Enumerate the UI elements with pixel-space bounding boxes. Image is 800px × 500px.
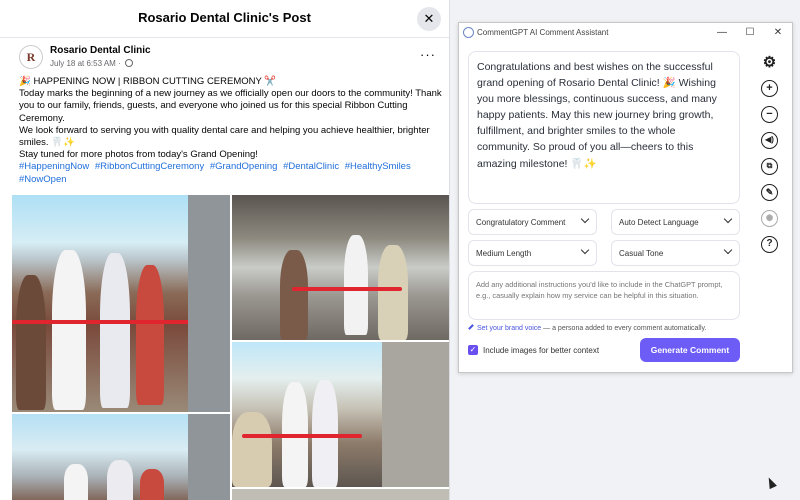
hashtag-link[interactable]: #NowOpen — [19, 174, 67, 185]
photo-ribbon — [12, 320, 192, 324]
more-options-button[interactable]: ··· — [420, 47, 436, 62]
language-select[interactable]: Auto Detect Language — [611, 209, 740, 235]
post-body: 🎉 HAPPENING NOW | RIBBON CUTTING CEREMON… — [19, 76, 444, 186]
pen-icon — [468, 324, 474, 330]
mouse-cursor-icon — [765, 475, 777, 490]
post-line: Today marks the beginning of a new journ… — [19, 88, 442, 124]
photo-person — [378, 245, 408, 340]
globe-icon — [124, 59, 133, 67]
window-title: CommentGPT AI Comment Assistant — [477, 28, 609, 37]
chevron-down-icon — [723, 245, 733, 255]
post-line: Stay tuned for more photos from today's … — [19, 149, 258, 161]
hashtag-link[interactable]: #GrandOpening — [210, 161, 278, 172]
pencil-icon[interactable]: ✎ — [761, 184, 778, 201]
comment-type-value: Congratulatory Comment — [476, 218, 566, 227]
generate-comment-button[interactable]: Generate Comment — [640, 338, 740, 362]
avatar[interactable]: R — [19, 45, 43, 69]
hashtag-link[interactable]: #HealthySmiles — [345, 161, 411, 172]
window-close-icon[interactable]: ✕ — [771, 26, 785, 40]
photo-person — [280, 250, 308, 340]
close-icon[interactable]: ✕ — [417, 7, 441, 31]
chevron-down-icon — [723, 214, 733, 224]
photo-person — [140, 469, 164, 500]
gear-icon[interactable]: ⚙ — [761, 54, 778, 71]
modal-header: Rosario Dental Clinic's Post ✕ — [0, 0, 449, 38]
photo-person — [344, 235, 368, 335]
brand-voice-link[interactable]: Set your brand voice — [477, 325, 541, 332]
photo-person — [232, 412, 272, 487]
chevron-down-icon — [580, 214, 590, 224]
photo-ribbon — [292, 287, 402, 291]
photo-ribbon — [242, 434, 362, 438]
hashtag-link[interactable]: #RibbonCuttingCeremony — [95, 161, 204, 172]
generated-comment[interactable]: Congratulations and best wishes on the s… — [468, 51, 740, 204]
modal-title: Rosario Dental Clinic's Post — [138, 10, 311, 25]
photo-person — [100, 253, 130, 408]
chevron-down-icon — [580, 245, 590, 255]
minimize-icon[interactable]: — — [715, 26, 729, 40]
hashtags: #HappeningNow #RibbonCuttingCeremony #Gr… — [19, 161, 444, 185]
speaker-icon[interactable]: ◀) — [761, 132, 778, 149]
tone-select[interactable]: Casual Tone — [611, 240, 740, 266]
photo-door-frame — [188, 195, 230, 412]
length-value: Medium Length — [476, 249, 532, 258]
instructions-input[interactable] — [468, 271, 740, 320]
copy-icon[interactable]: ⧉ — [761, 158, 778, 175]
photo-person — [16, 275, 46, 410]
post-photo[interactable] — [12, 195, 230, 412]
minus-icon[interactable]: − — [761, 106, 778, 123]
brand-voice-line: Set your brand voice — a persona added t… — [468, 324, 707, 332]
post-photo[interactable] — [232, 489, 449, 500]
language-value: Auto Detect Language — [619, 218, 699, 227]
post-photo[interactable] — [232, 342, 449, 487]
photo-person — [52, 250, 86, 410]
post-photo[interactable] — [232, 195, 449, 340]
photo-wall — [382, 342, 449, 487]
photo-grid — [12, 195, 449, 500]
commentgpt-window: CommentGPT AI Comment Assistant — ☐ ✕ Co… — [458, 22, 793, 373]
hashtag-link[interactable]: #DentalClinic — [283, 161, 339, 172]
length-select[interactable]: Medium Length — [468, 240, 597, 266]
post-timestamp[interactable]: July 18 at 6:53 AM · — [50, 59, 133, 68]
include-images-checkbox[interactable]: ✓ — [468, 345, 478, 355]
plus-icon[interactable]: + — [761, 80, 778, 97]
window-titlebar[interactable]: CommentGPT AI Comment Assistant — ☐ ✕ — [459, 23, 792, 43]
commentgpt-logo-icon — [463, 27, 474, 38]
include-images-label: Include images for better context — [483, 346, 600, 355]
post-line: We look forward to serving you with qual… — [19, 124, 430, 149]
photo-door-frame — [188, 414, 230, 500]
help-icon[interactable]: ? — [761, 236, 778, 253]
post-line: 🎉 HAPPENING NOW | RIBBON CUTTING CEREMON… — [19, 76, 277, 87]
photo-person — [136, 265, 164, 405]
post-header: R Rosario Dental Clinic July 18 at 6:53 … — [19, 45, 439, 73]
maximize-icon[interactable]: ☐ — [743, 26, 757, 40]
facebook-post-modal: Rosario Dental Clinic's Post ✕ R Rosario… — [0, 0, 450, 500]
photo-person — [107, 460, 133, 500]
post-photo[interactable] — [12, 414, 230, 500]
post-author[interactable]: Rosario Dental Clinic — [50, 45, 151, 56]
tone-value: Casual Tone — [619, 249, 664, 258]
photo-person — [64, 464, 88, 500]
post-date: July 18 at 6:53 AM · — [50, 59, 123, 68]
settings-badge-icon[interactable]: ✺ — [761, 210, 778, 227]
brand-voice-desc: — a persona added to every comment autom… — [541, 325, 707, 332]
comment-type-select[interactable]: Congratulatory Comment — [468, 209, 597, 235]
hashtag-link[interactable]: #HappeningNow — [19, 161, 89, 172]
